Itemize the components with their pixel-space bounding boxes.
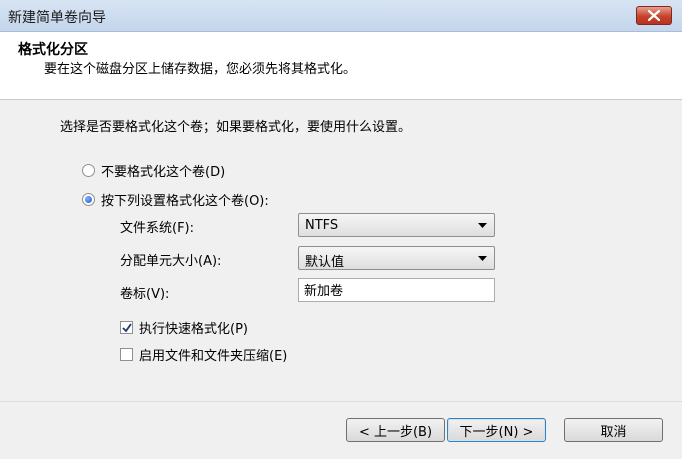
format-radio[interactable] [82, 193, 95, 206]
compression-label: 启用文件和文件夹压缩(E) [139, 349, 288, 364]
back-button-label: < 上一步(B) [358, 424, 433, 440]
wizard-content: 选择是否要格式化这个卷；如果要格式化，要使用什么设置。 不要格式化这个卷(D) … [0, 100, 682, 459]
quick-format-option[interactable]: 执行快速格式化(P) [120, 318, 248, 337]
compression-option[interactable]: 启用文件和文件夹压缩(E) [120, 345, 287, 364]
no-format-label: 不要格式化这个卷(D) [101, 165, 226, 180]
cancel-button-label: 取消 [600, 424, 627, 440]
page-subtitle: 要在这个磁盘分区上储存数据，您必须先将其格式化。 [44, 62, 357, 77]
no-format-radio[interactable] [82, 164, 95, 177]
wizard-header: 格式化分区 要在这个磁盘分区上储存数据，您必须先将其格式化。 [0, 32, 682, 100]
compression-checkbox[interactable] [120, 348, 133, 361]
no-format-option[interactable]: 不要格式化这个卷(D) [82, 161, 225, 180]
filesystem-value: NTFS [305, 218, 339, 233]
chevron-down-icon [478, 256, 487, 261]
filesystem-dropdown[interactable]: NTFS [298, 213, 495, 237]
close-button[interactable] [636, 6, 672, 25]
volume-label-field[interactable] [298, 278, 495, 302]
chevron-down-icon [478, 223, 487, 228]
format-label: 按下列设置格式化这个卷(O): [101, 194, 269, 209]
alloc-size-label: 分配单元大小(A): [120, 254, 222, 269]
close-icon [648, 10, 660, 21]
title-bar: 新建简单卷向导 [0, 0, 682, 32]
next-button[interactable]: 下一步(N) > [447, 418, 546, 442]
format-option[interactable]: 按下列设置格式化这个卷(O): [82, 190, 269, 209]
volume-label-input[interactable] [304, 282, 484, 297]
cancel-button[interactable]: 取消 [564, 418, 663, 442]
next-button-label: 下一步(N) > [459, 424, 534, 440]
quick-format-checkbox[interactable] [120, 321, 133, 334]
quick-format-label: 执行快速格式化(P) [139, 322, 248, 337]
window-title: 新建简单卷向导 [8, 10, 106, 26]
alloc-size-value: 默认值 [305, 255, 345, 270]
checkmark-icon [122, 323, 132, 333]
page-title: 格式化分区 [18, 42, 88, 58]
instruction-text: 选择是否要格式化这个卷；如果要格式化，要使用什么设置。 [60, 120, 412, 135]
back-button[interactable]: < 上一步(B) [346, 418, 445, 442]
alloc-size-dropdown[interactable]: 默认值 [298, 246, 495, 270]
footer-divider [0, 401, 682, 402]
volume-label-label: 卷标(V): [120, 287, 170, 302]
filesystem-label: 文件系统(F): [120, 221, 195, 236]
